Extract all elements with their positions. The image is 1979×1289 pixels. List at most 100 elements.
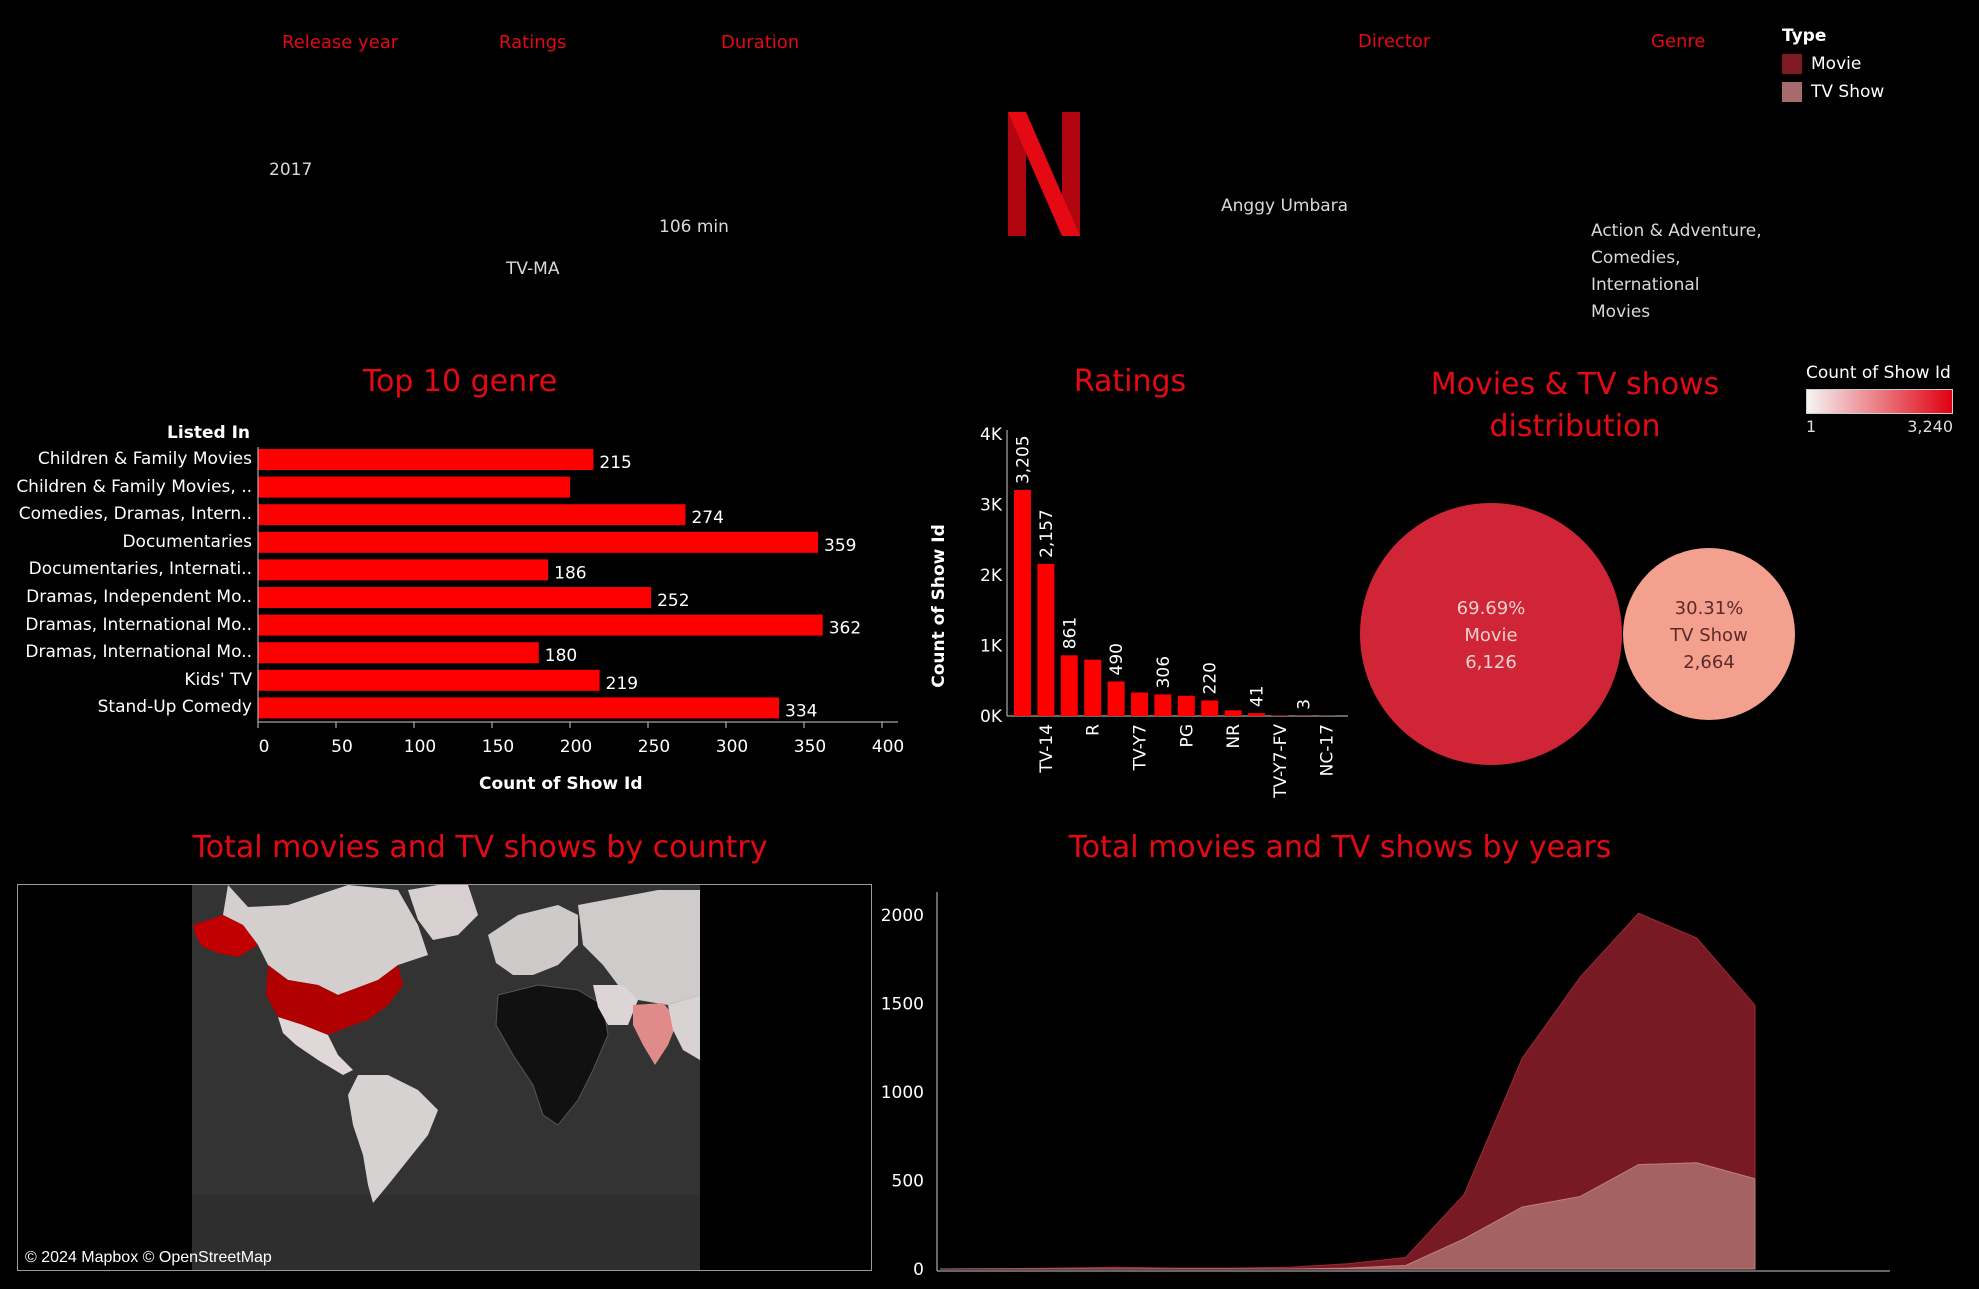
genre-bar-chart: 215 274 359 186 252 362 180 219 334 0 50 100 150 200 2… bbox=[257, 447, 904, 757]
ratings-data-label: 220 bbox=[1201, 662, 1221, 694]
type-legend: Type Movie TV Show bbox=[1782, 26, 1884, 110]
genre-data-label: 186 bbox=[554, 563, 586, 583]
genre-bar bbox=[258, 449, 594, 470]
years-y-tick-label: 1500 bbox=[881, 995, 924, 1015]
years-area-chart: 0 500 1000 1500 2000 bbox=[881, 892, 1890, 1280]
tv-count: 2,664 bbox=[1683, 652, 1735, 673]
genre-x-tick-label: 0 bbox=[259, 737, 270, 757]
netflix-logo bbox=[1008, 112, 1080, 236]
genre-bar bbox=[258, 642, 539, 664]
legend-item-movie[interactable]: Movie bbox=[1782, 54, 1884, 74]
ratings-x-tick-label: PG bbox=[1177, 724, 1197, 747]
ratings-bar bbox=[1084, 659, 1102, 716]
ratings-bar bbox=[1107, 681, 1125, 716]
legend-item-tv-show[interactable]: TV Show bbox=[1782, 82, 1884, 102]
ratings-x-tick-label: TV-Y7 bbox=[1131, 724, 1151, 771]
genre-data-label: 274 bbox=[691, 508, 723, 528]
map-title: Total movies and TV shows by country bbox=[192, 830, 768, 865]
map-attribution: © 2024 Mapbox © OpenStreetMap bbox=[25, 1249, 272, 1266]
ratings-data-label: 41 bbox=[1248, 685, 1268, 707]
years-y-tick-label: 500 bbox=[892, 1172, 924, 1192]
ratings-bar bbox=[1131, 692, 1148, 716]
genre-data-label: 219 bbox=[606, 674, 638, 694]
genre-x-tick-label: 100 bbox=[404, 737, 436, 757]
genre-bar bbox=[258, 697, 780, 719]
genre-bar bbox=[258, 504, 686, 526]
genre-x-tick-label: 200 bbox=[560, 737, 592, 757]
genre-value[interactable]: Action & Adventure, Comedies, Internatio… bbox=[1591, 218, 1762, 326]
genre-bar bbox=[258, 614, 823, 636]
tv-show-area bbox=[940, 1162, 1756, 1270]
ratings-data-label: 3,205 bbox=[1014, 435, 1034, 484]
genre-bar bbox=[258, 669, 600, 691]
ratings-x-tick-label: NC-17 bbox=[1318, 724, 1338, 776]
genre-xlabel: Count of Show Id bbox=[479, 774, 643, 794]
count-legend-max: 3,240 bbox=[1907, 417, 1953, 436]
genre-data-label: 180 bbox=[545, 646, 577, 666]
director-value[interactable]: Anggy Umbara bbox=[1221, 196, 1348, 216]
ratings-data-label: 490 bbox=[1107, 643, 1127, 675]
genre-data-label: 362 bbox=[829, 619, 861, 639]
years-chart-title: Total movies and TV shows by years bbox=[1068, 830, 1612, 865]
country-map[interactable]: © 2024 Mapbox © OpenStreetMap bbox=[17, 884, 872, 1271]
ratings-x-tick-label: TV-14 bbox=[1037, 724, 1057, 774]
ratings-bar-chart: 0K 1K 2K 3K 4K Count of Show Id 3,205 2,157 TV-1… bbox=[929, 425, 1348, 799]
distribution-bubbles: 69.69% Movie 6,126 30.31% TV Show 2,664 bbox=[1360, 503, 1795, 765]
genre-x-tick-label: 300 bbox=[716, 737, 748, 757]
legend-label: Movie bbox=[1811, 54, 1862, 74]
ratings-x-tick-label: TV-Y7-FV bbox=[1271, 724, 1291, 799]
years-y-tick-label: 0 bbox=[913, 1260, 924, 1280]
ratings-data-label: 306 bbox=[1154, 656, 1174, 688]
legend-label: TV Show bbox=[1811, 82, 1885, 102]
ratings-y-tick-label: 1K bbox=[980, 637, 1003, 657]
ratings-bar bbox=[1224, 710, 1242, 716]
movie-swatch bbox=[1782, 54, 1802, 74]
ratings-bar bbox=[1060, 655, 1078, 716]
distribution-title-line: Movies & TV shows bbox=[1430, 367, 1720, 402]
distribution-title: Movies & TV shows distribution bbox=[1395, 364, 1755, 448]
ratings-y-tick-label: 3K bbox=[980, 496, 1003, 516]
genre-data-label: 252 bbox=[657, 591, 689, 611]
genre-bar bbox=[258, 476, 570, 498]
genre-data-label: 359 bbox=[824, 536, 856, 556]
director-label: Director bbox=[1358, 31, 1431, 52]
genre-data-label: 215 bbox=[599, 453, 631, 473]
ratings-chart-title: Ratings bbox=[1073, 364, 1187, 399]
distribution-title-line: distribution bbox=[1489, 409, 1661, 444]
count-legend-title: Count of Show Id bbox=[1806, 363, 1951, 383]
genre-bar bbox=[258, 559, 549, 581]
genre-bar bbox=[258, 531, 819, 553]
genre-x-tick-label: 50 bbox=[331, 737, 353, 757]
ratings-data-label: 3 bbox=[1294, 699, 1314, 710]
genre-x-tick-label: 150 bbox=[482, 737, 514, 757]
ratings-bar bbox=[1154, 694, 1172, 716]
ratings-bar bbox=[1248, 713, 1265, 716]
genre-x-tick-label: 350 bbox=[794, 737, 826, 757]
genre-label: Genre bbox=[1651, 31, 1706, 52]
movie-count: 6,126 bbox=[1465, 652, 1517, 673]
ratings-y-tick-label: 4K bbox=[980, 425, 1003, 445]
tv-show-swatch bbox=[1782, 82, 1802, 102]
ratings-data-label: 861 bbox=[1060, 617, 1080, 649]
count-legend: Count of Show Id 1 3,240 bbox=[1806, 363, 1953, 436]
count-legend-gradient bbox=[1806, 389, 1953, 414]
genre-value-line: International bbox=[1591, 275, 1700, 295]
years-y-tick-label: 1000 bbox=[881, 1083, 924, 1103]
tv-label: TV Show bbox=[1669, 625, 1748, 646]
years-y-tick-label: 2000 bbox=[881, 906, 924, 926]
movie-pct: 69.69% bbox=[1457, 598, 1526, 619]
ratings-bar bbox=[1177, 695, 1195, 716]
ratings-x-tick-label: R bbox=[1084, 724, 1104, 736]
ratings-ylabel: Count of Show Id bbox=[929, 524, 949, 688]
genre-value-line: Movies bbox=[1591, 302, 1651, 322]
map-canvas: © 2024 Mapbox © OpenStreetMap bbox=[25, 885, 700, 1270]
ratings-bar bbox=[1201, 700, 1219, 716]
ratings-bar bbox=[1014, 490, 1031, 716]
ratings-x-tick-label: NR bbox=[1224, 724, 1244, 749]
ratings-y-tick-label: 0K bbox=[980, 707, 1003, 727]
genre-data-label: 334 bbox=[785, 701, 817, 721]
genre-bar bbox=[258, 587, 652, 608]
tv-pct: 30.31% bbox=[1675, 598, 1744, 619]
count-legend-min: 1 bbox=[1806, 417, 1817, 436]
ratings-bar bbox=[1037, 563, 1055, 716]
